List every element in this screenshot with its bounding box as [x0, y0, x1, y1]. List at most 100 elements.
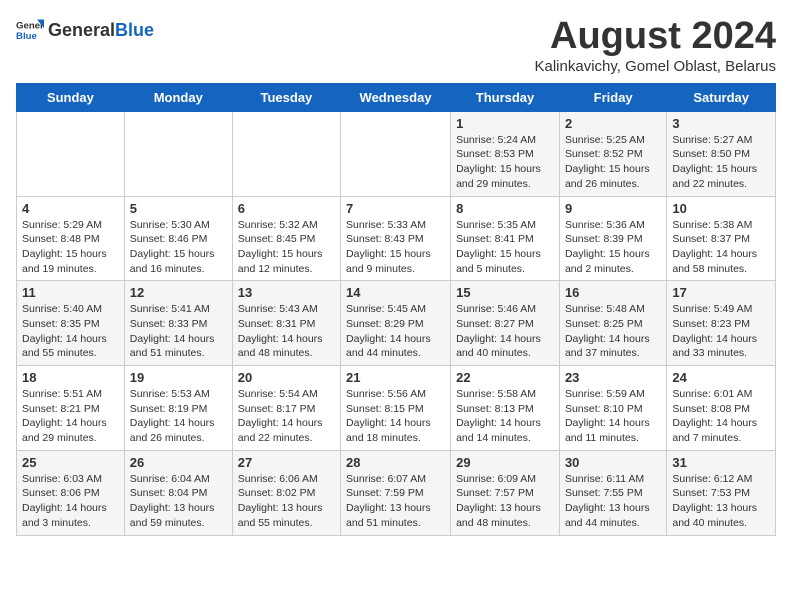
day-number: 19 — [130, 370, 227, 385]
day-cell: 6Sunrise: 5:32 AM Sunset: 8:45 PM Daylig… — [232, 196, 340, 281]
day-cell: 26Sunrise: 6:04 AM Sunset: 8:04 PM Dayli… — [124, 450, 232, 535]
logo-general: General — [48, 20, 115, 41]
day-number: 4 — [22, 201, 119, 216]
day-cell: 15 Sunrise: 5:46 AM Sunset: 8:27 PM Dayli… — [451, 281, 560, 366]
day-detail: Sunrise: 6:07 AM Sunset: 7:59 PM Dayligh… — [346, 472, 445, 531]
day-number: 21 — [346, 370, 445, 385]
day-cell: 2 Sunrise: 5:25 AM Sunset: 8:52 PM Daylig… — [559, 111, 666, 196]
week-row-3: 11 Sunrise: 5:40 AM Sunset: 8:35 PM Dayli… — [17, 281, 776, 366]
day-number: 1 — [456, 116, 554, 131]
day-detail: Sunrise: 5:25 AM Sunset: 8:52 PM Dayligh… — [565, 133, 661, 192]
day-number: 13 — [238, 285, 335, 300]
day-detail: Sunrise: 5:30 AM Sunset: 8:46 PM Dayligh… — [130, 218, 227, 277]
header-saturday: Saturday — [667, 83, 776, 111]
logo-icon: General Blue — [16, 16, 44, 44]
day-number: 26 — [130, 455, 227, 470]
day-detail: Sunrise: 6:03 AM Sunset: 8:06 PM Dayligh… — [22, 472, 119, 531]
week-row-2: 4 Sunrise: 5:29 AM Sunset: 8:48 PM Daylig… — [17, 196, 776, 281]
day-number: 20 — [238, 370, 335, 385]
day-cell: 4 Sunrise: 5:29 AM Sunset: 8:48 PM Daylig… — [17, 196, 125, 281]
day-number: 17 — [672, 285, 770, 300]
day-cell: 7 Sunrise: 5:33 AM Sunset: 8:43 PM Daylig… — [341, 196, 451, 281]
week-row-4: 18 Sunrise: 5:51 AM Sunset: 8:21 PM Dayli… — [17, 366, 776, 451]
day-cell: 10Sunrise: 5:38 AM Sunset: 8:37 PM Dayli… — [667, 196, 776, 281]
day-number: 28 — [346, 455, 445, 470]
svg-text:Blue: Blue — [16, 31, 37, 42]
day-number: 3 — [672, 116, 770, 131]
day-cell: 31Sunrise: 6:12 AM Sunset: 7:53 PM Dayli… — [667, 450, 776, 535]
day-cell: 9 Sunrise: 5:36 AM Sunset: 8:39 PM Daylig… — [559, 196, 666, 281]
day-detail: Sunrise: 5:56 AM Sunset: 8:15 PM Dayligh… — [346, 387, 445, 446]
day-cell — [17, 111, 125, 196]
header-friday: Friday — [559, 83, 666, 111]
day-detail: Sunrise: 5:40 AM Sunset: 8:35 PM Dayligh… — [22, 302, 119, 361]
day-detail: Sunrise: 5:53 AM Sunset: 8:19 PM Dayligh… — [130, 387, 227, 446]
day-number: 18 — [22, 370, 119, 385]
header-wednesday: Wednesday — [341, 83, 451, 111]
day-number: 30 — [565, 455, 661, 470]
day-cell: 21 Sunrise: 5:56 AM Sunset: 8:15 PM Dayli… — [341, 366, 451, 451]
week-row-5: 25Sunrise: 6:03 AM Sunset: 8:06 PM Dayli… — [17, 450, 776, 535]
day-cell: 28 Sunrise: 6:07 AM Sunset: 7:59 PM Dayli… — [341, 450, 451, 535]
day-cell: 19 Sunrise: 5:53 AM Sunset: 8:19 PM Dayli… — [124, 366, 232, 451]
day-number: 5 — [130, 201, 227, 216]
logo-blue: Blue — [115, 20, 154, 41]
day-cell: 27 Sunrise: 6:06 AM Sunset: 8:02 PM Dayli… — [232, 450, 340, 535]
day-number: 9 — [565, 201, 661, 216]
day-detail: Sunrise: 5:41 AM Sunset: 8:33 PM Dayligh… — [130, 302, 227, 361]
day-cell: 11 Sunrise: 5:40 AM Sunset: 8:35 PM Dayli… — [17, 281, 125, 366]
day-number: 15 — [456, 285, 554, 300]
day-cell — [232, 111, 340, 196]
day-detail: Sunrise: 5:45 AM Sunset: 8:29 PM Dayligh… — [346, 302, 445, 361]
day-cell: 5 Sunrise: 5:30 AM Sunset: 8:46 PM Daylig… — [124, 196, 232, 281]
day-detail: Sunrise: 5:54 AM Sunset: 8:17 PM Dayligh… — [238, 387, 335, 446]
day-detail: Sunrise: 5:24 AM Sunset: 8:53 PM Dayligh… — [456, 133, 554, 192]
day-number: 31 — [672, 455, 770, 470]
header-monday: Monday — [124, 83, 232, 111]
day-cell: 13 Sunrise: 5:43 AM Sunset: 8:31 PM Dayli… — [232, 281, 340, 366]
header-tuesday: Tuesday — [232, 83, 340, 111]
day-cell: 22Sunrise: 5:58 AM Sunset: 8:13 PM Dayli… — [451, 366, 560, 451]
day-number: 12 — [130, 285, 227, 300]
day-cell: 12 Sunrise: 5:41 AM Sunset: 8:33 PM Dayli… — [124, 281, 232, 366]
day-number: 14 — [346, 285, 445, 300]
day-cell: 24Sunrise: 6:01 AM Sunset: 8:08 PM Dayli… — [667, 366, 776, 451]
day-cell: 16Sunrise: 5:48 AM Sunset: 8:25 PM Dayli… — [559, 281, 666, 366]
day-cell: 8Sunrise: 5:35 AM Sunset: 8:41 PM Daylig… — [451, 196, 560, 281]
day-cell: 17Sunrise: 5:49 AM Sunset: 8:23 PM Dayli… — [667, 281, 776, 366]
day-detail: Sunrise: 5:43 AM Sunset: 8:31 PM Dayligh… — [238, 302, 335, 361]
day-number: 22 — [456, 370, 554, 385]
day-cell — [341, 111, 451, 196]
day-detail: Sunrise: 5:33 AM Sunset: 8:43 PM Dayligh… — [346, 218, 445, 277]
day-detail: Sunrise: 5:46 AM Sunset: 8:27 PM Dayligh… — [456, 302, 554, 361]
location-subtitle: Kalinkavichy, Gomel Oblast, Belarus — [535, 58, 777, 75]
day-number: 29 — [456, 455, 554, 470]
day-number: 23 — [565, 370, 661, 385]
day-number: 11 — [22, 285, 119, 300]
day-number: 2 — [565, 116, 661, 131]
day-detail: Sunrise: 5:36 AM Sunset: 8:39 PM Dayligh… — [565, 218, 661, 277]
day-detail: Sunrise: 6:06 AM Sunset: 8:02 PM Dayligh… — [238, 472, 335, 531]
title-area: August 2024 Kalinkavichy, Gomel Oblast, … — [535, 16, 777, 75]
logo: General Blue GeneralBlue — [16, 16, 154, 44]
month-title: August 2024 — [535, 16, 777, 58]
week-row-1: 1 Sunrise: 5:24 AM Sunset: 8:53 PM Daylig… — [17, 111, 776, 196]
day-detail: Sunrise: 6:11 AM Sunset: 7:55 PM Dayligh… — [565, 472, 661, 531]
day-cell — [124, 111, 232, 196]
header: General Blue GeneralBlue August 2024 Kal… — [16, 16, 776, 75]
header-sunday: Sunday — [17, 83, 125, 111]
day-number: 27 — [238, 455, 335, 470]
day-number: 16 — [565, 285, 661, 300]
day-cell: 3Sunrise: 5:27 AM Sunset: 8:50 PM Daylig… — [667, 111, 776, 196]
day-cell: 14 Sunrise: 5:45 AM Sunset: 8:29 PM Dayli… — [341, 281, 451, 366]
day-number: 8 — [456, 201, 554, 216]
day-cell: 20 Sunrise: 5:54 AM Sunset: 8:17 PM Dayli… — [232, 366, 340, 451]
day-number: 10 — [672, 201, 770, 216]
day-detail: Sunrise: 5:29 AM Sunset: 8:48 PM Dayligh… — [22, 218, 119, 277]
header-thursday: Thursday — [451, 83, 560, 111]
day-number: 7 — [346, 201, 445, 216]
day-detail: Sunrise: 5:51 AM Sunset: 8:21 PM Dayligh… — [22, 387, 119, 446]
day-cell: 30 Sunrise: 6:11 AM Sunset: 7:55 PM Dayli… — [559, 450, 666, 535]
day-detail: Sunrise: 6:01 AM Sunset: 8:08 PM Dayligh… — [672, 387, 770, 446]
day-cell: 23Sunrise: 5:59 AM Sunset: 8:10 PM Dayli… — [559, 366, 666, 451]
